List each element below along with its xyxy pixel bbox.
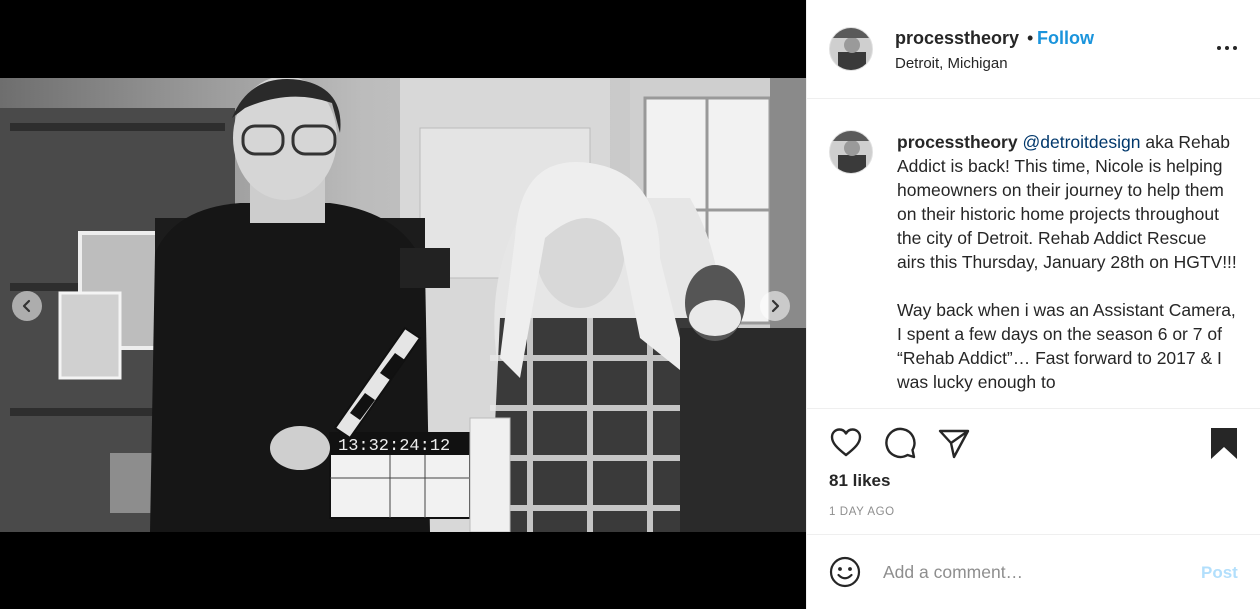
- avatar[interactable]: [829, 27, 873, 71]
- comment-bar: Post: [807, 535, 1260, 609]
- caption-paragraph-2: Way back when i was an Assistant Camera,…: [897, 300, 1236, 392]
- avatar[interactable]: [829, 130, 873, 174]
- chevron-left-icon: [22, 299, 31, 313]
- avatar-image: [830, 28, 872, 70]
- comment-input[interactable]: [883, 557, 1183, 587]
- post-timestamp[interactable]: 1 DAY AGO: [829, 506, 895, 518]
- post-comment-button[interactable]: Post: [1201, 563, 1238, 583]
- comment-icon[interactable]: [883, 426, 917, 460]
- post-sidebar: processtheory • Follow Detroit, Michigan…: [806, 0, 1260, 609]
- more-options-icon[interactable]: [1215, 40, 1239, 56]
- chevron-right-icon: [771, 299, 780, 313]
- caption-text: processtheory @detroitdesign aka Rehab A…: [897, 130, 1237, 394]
- prev-photo-button[interactable]: [12, 291, 42, 321]
- paper-plane-icon[interactable]: [937, 426, 971, 460]
- header-username[interactable]: processtheory: [895, 28, 1019, 49]
- heart-icon[interactable]: [829, 426, 863, 460]
- caption-section[interactable]: processtheory @detroitdesign aka Rehab A…: [807, 100, 1260, 409]
- post-media: 13:32:24:12: [0, 0, 806, 609]
- caption-paragraph: processtheory @detroitdesign aka Rehab A…: [897, 130, 1237, 274]
- slate-timecode: 13:32:24:12: [338, 437, 450, 456]
- bookmark-icon[interactable]: [1207, 426, 1241, 460]
- caption-body: aka Rehab Addict is back! This time, Nic…: [897, 132, 1237, 272]
- likes-count[interactable]: 81 likes: [829, 471, 890, 491]
- avatar-image: [830, 131, 872, 173]
- post-header: processtheory • Follow Detroit, Michigan: [807, 0, 1260, 99]
- follow-button[interactable]: Follow: [1037, 28, 1094, 49]
- post-photo: 13:32:24:12: [0, 78, 806, 532]
- location-link[interactable]: Detroit, Michigan: [895, 55, 1008, 72]
- smiley-icon[interactable]: [829, 556, 861, 588]
- photo-image: 13:32:24:12: [0, 78, 806, 532]
- caption-username[interactable]: processtheory: [897, 132, 1018, 152]
- header-separator: •: [1027, 28, 1034, 48]
- next-photo-button[interactable]: [760, 291, 790, 321]
- post-actions: 81 likes 1 DAY AGO: [807, 410, 1260, 535]
- caption-mention-link[interactable]: @detroitdesign: [1022, 132, 1140, 152]
